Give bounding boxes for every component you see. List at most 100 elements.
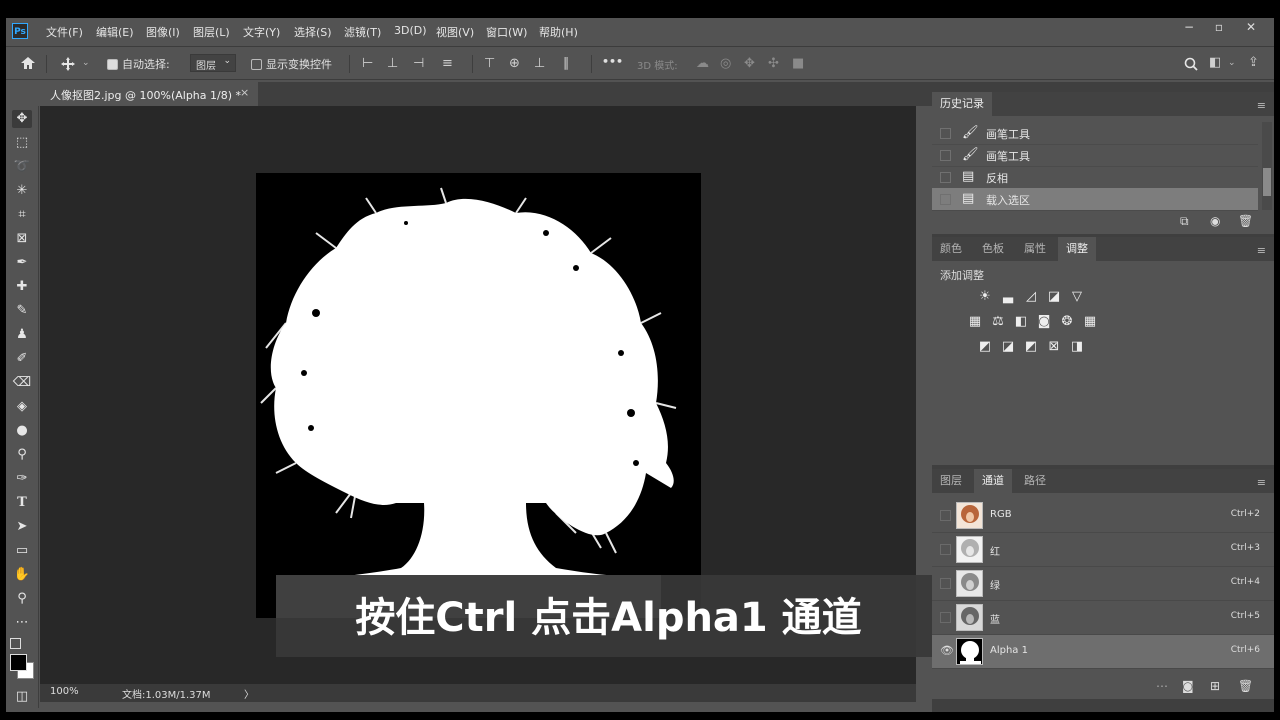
history-checkbox[interactable] [940,172,951,183]
menu-view[interactable]: 视图(V) [436,24,474,40]
brightness-contrast-icon[interactable]: ☀ [976,289,994,304]
magic-wand-tool-icon[interactable]: ✳ [12,182,32,200]
app-logo[interactable]: Ps [12,23,28,39]
load-selection-icon[interactable]: ⋯ [1156,679,1168,693]
tab-channels[interactable]: 通道 [974,469,1012,493]
default-colors-icon[interactable] [10,638,21,649]
menu-edit[interactable]: 编辑(E) [96,24,134,40]
snapshot-camera-icon[interactable]: ◉ [1210,214,1220,228]
new-document-from-state-icon[interactable]: ⧉ [1180,214,1189,229]
restore-button[interactable]: ▫ [1204,20,1234,34]
menu-help[interactable]: 帮助(H) [539,24,578,40]
blur-tool-icon[interactable]: ● [12,422,32,440]
threshold-icon[interactable]: ◩ [1022,339,1040,354]
share-icon[interactable]: ⇪ [1248,56,1259,70]
scrollbar-thumb[interactable] [1263,168,1271,196]
photo-filter-icon[interactable]: ◙ [1035,314,1053,329]
visibility-toggle[interactable] [940,612,951,623]
brush-tool-icon[interactable]: ✎ [12,302,32,320]
channel-row-alpha1[interactable]: 👁 Alpha 1 Ctrl+6 [932,635,1274,669]
hue-saturation-icon[interactable]: ▦ [966,314,984,329]
foreground-color-swatch[interactable] [10,654,27,671]
tab-history[interactable]: 历史记录 [932,92,992,116]
3d-video-icon[interactable]: ■ [792,57,804,71]
history-brush-tool-icon[interactable]: ✐ [12,350,32,368]
panel-menu-icon[interactable]: ≡ [1257,476,1266,489]
auto-select-dropdown[interactable]: 图层 ⌄ [190,54,236,72]
eye-icon[interactable]: 👁 [940,644,954,657]
channel-row-blue[interactable]: 蓝 Ctrl+5 [932,601,1274,635]
crop-tool-icon[interactable]: ⌗ [12,206,32,224]
chevron-down-icon[interactable]: ⌄ [1228,58,1236,68]
tab-layers[interactable]: 图层 [932,469,970,493]
workspace-icon[interactable]: ◧ [1209,56,1221,70]
menu-image[interactable]: 图像(I) [146,24,180,40]
alpha-channel-image[interactable] [256,173,701,618]
menu-filter[interactable]: 滤镜(T) [344,24,381,40]
panel-menu-icon[interactable]: ≡ [1257,99,1266,112]
chevron-down-icon[interactable]: ⌄ [82,58,90,68]
show-transform-checkbox[interactable] [251,59,262,70]
menu-select[interactable]: 选择(S) [294,24,332,40]
menu-type[interactable]: 文字(Y) [243,24,280,40]
lasso-tool-icon[interactable]: ➰ [12,158,32,176]
frame-tool-icon[interactable]: ⊠ [12,230,32,248]
move-tool-icon[interactable] [60,56,76,72]
history-checkbox[interactable] [940,194,951,205]
vibrance-icon[interactable]: ▽ [1068,289,1086,304]
type-tool-icon[interactable]: T [12,494,32,512]
black-white-icon[interactable]: ◧ [1012,314,1030,329]
tab-adjustments[interactable]: 调整 [1058,237,1096,261]
new-channel-icon[interactable]: ⊞ [1210,679,1220,693]
channel-row-green[interactable]: 绿 Ctrl+4 [932,567,1274,601]
history-scrollbar[interactable] [1262,122,1272,210]
marquee-tool-icon[interactable]: ⬚ [12,134,32,152]
curves-icon[interactable]: ◿ [1022,289,1040,304]
menu-3d[interactable]: 3D(D) [394,24,427,37]
3d-roll-icon[interactable]: ◎ [720,57,731,71]
trash-icon[interactable]: 🗑 [1238,214,1253,228]
3d-slide-icon[interactable]: ✣ [768,57,779,71]
history-item[interactable]: 🖌 画笔工具 [932,122,1258,145]
align-hcenter-icon[interactable]: ⊥ [387,57,398,71]
3d-orbit-icon[interactable]: ☁ [696,57,709,71]
channel-row-rgb[interactable]: RGB Ctrl+2 [932,499,1274,533]
visibility-toggle[interactable] [940,578,951,589]
edit-toolbar-icon[interactable]: ⋯ [12,614,32,632]
search-icon[interactable] [1184,57,1198,71]
path-selection-tool-icon[interactable]: ➤ [12,518,32,536]
tab-swatches[interactable]: 色板 [974,237,1012,261]
auto-select-checkbox[interactable] [107,59,118,70]
visibility-toggle[interactable] [940,510,951,521]
distribute-vertical-icon[interactable]: ∥ [563,57,570,71]
visibility-toggle[interactable] [940,544,951,555]
zoom-level[interactable]: 100% [50,686,79,697]
menu-file[interactable]: 文件(F) [46,24,83,40]
align-bottom-icon[interactable]: ⊥ [534,57,545,71]
align-vcenter-icon[interactable]: ⊕ [509,57,520,71]
history-checkbox[interactable] [940,128,951,139]
history-item-selected[interactable]: ▤ 载入选区 [932,188,1258,211]
info-menu-arrow[interactable]: 〉 [244,686,254,701]
history-item[interactable]: 🖌 画笔工具 [932,144,1258,167]
pen-tool-icon[interactable]: ✑ [12,470,32,488]
align-left-icon[interactable]: ⊢ [362,57,373,71]
history-checkbox[interactable] [940,150,951,161]
quick-mask-icon[interactable]: ◫ [12,688,32,706]
align-top-icon[interactable]: ⊤ [484,57,495,71]
home-icon[interactable] [20,55,36,71]
eyedropper-tool-icon[interactable]: ✒ [12,254,32,272]
gradient-map-icon[interactable]: ◨ [1068,339,1086,354]
clone-stamp-tool-icon[interactable]: ♟ [12,326,32,344]
tab-color[interactable]: 颜色 [932,237,970,261]
invert-icon[interactable]: ◩ [976,339,994,354]
trash-icon[interactable]: 🗑 [1238,679,1253,693]
move-tool-icon[interactable]: ✥ [12,110,32,128]
eraser-tool-icon[interactable]: ⌫ [12,374,32,392]
selective-color-icon[interactable]: ⊠ [1045,339,1063,354]
history-item[interactable]: ▤ 反相 [932,166,1258,189]
minimize-button[interactable]: − [1174,20,1204,34]
channel-row-red[interactable]: 红 Ctrl+3 [932,533,1274,567]
posterize-icon[interactable]: ◪ [999,339,1017,354]
dodge-tool-icon[interactable]: ⚲ [12,446,32,464]
